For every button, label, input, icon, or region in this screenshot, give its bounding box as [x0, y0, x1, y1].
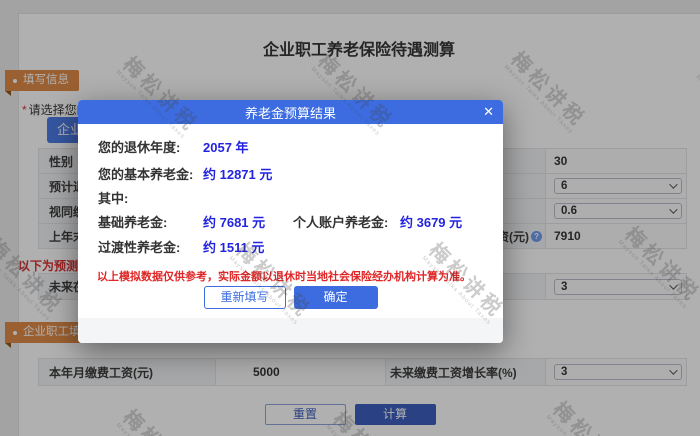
disclaimer-text: 以上模拟数据仅供参考，实际金额以退休时当地社会保险经办机构计算为准。 — [97, 271, 471, 283]
base-pension-label: 基础养老金: — [98, 215, 168, 230]
transitional-pension-label: 过渡性养老金: — [98, 240, 181, 255]
close-icon[interactable]: ✕ — [483, 100, 494, 124]
personal-account-label: 个人账户养老金: — [293, 215, 389, 230]
retire-year-label: 您的退休年度: — [98, 140, 181, 155]
modal-footer — [78, 318, 503, 343]
modal-header: 养老金预算结果 ✕ — [78, 100, 503, 124]
transitional-pension-value: 约 1511 元 — [203, 240, 265, 255]
confirm-button[interactable]: 确定 — [293, 286, 378, 309]
basic-pension-value: 约 12871 元 — [203, 167, 273, 182]
pension-result-modal: 养老金预算结果 ✕ 您的退休年度: 2057 年 您的基本养老金: 约 1287… — [78, 100, 503, 343]
modal-title: 养老金预算结果 — [244, 105, 336, 121]
base-pension-value: 约 7681 元 — [203, 215, 266, 230]
retire-year-value: 2057 年 — [203, 140, 249, 155]
among-which-label: 其中: — [98, 191, 129, 206]
basic-pension-label: 您的基本养老金: — [98, 167, 194, 182]
personal-account-value: 约 3679 元 — [400, 215, 463, 230]
refill-button[interactable]: 重新填写 — [203, 286, 286, 309]
